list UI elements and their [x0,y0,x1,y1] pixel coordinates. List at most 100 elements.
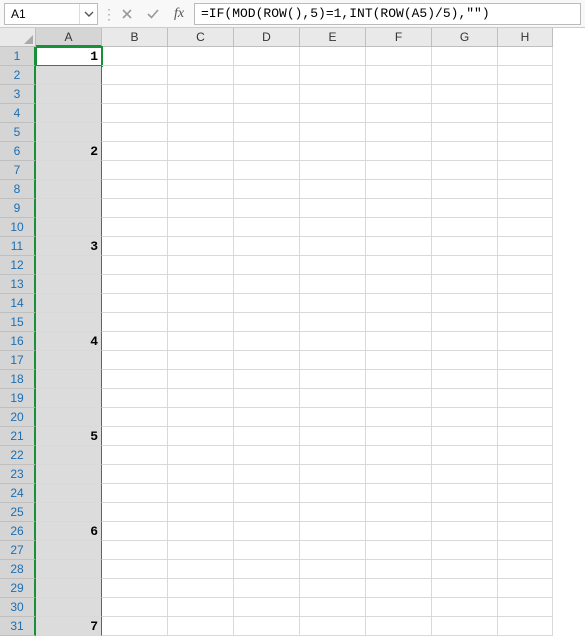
cell-E3[interactable] [300,85,366,104]
cell-D6[interactable] [234,142,300,161]
cell-A25[interactable] [36,503,102,522]
cell-B28[interactable] [102,560,168,579]
cell-G7[interactable] [432,161,498,180]
cell-C15[interactable] [168,313,234,332]
cell-G19[interactable] [432,389,498,408]
cell-F24[interactable] [366,484,432,503]
cell-E25[interactable] [300,503,366,522]
row-header-5[interactable]: 5 [0,123,36,142]
cell-C29[interactable] [168,579,234,598]
cell-D25[interactable] [234,503,300,522]
cell-E31[interactable] [300,617,366,636]
cell-B3[interactable] [102,85,168,104]
cell-F26[interactable] [366,522,432,541]
row-header-29[interactable]: 29 [0,579,36,598]
cell-F15[interactable] [366,313,432,332]
cell-B20[interactable] [102,408,168,427]
cell-D17[interactable] [234,351,300,370]
cell-B31[interactable] [102,617,168,636]
cell-D30[interactable] [234,598,300,617]
cell-G10[interactable] [432,218,498,237]
cell-B5[interactable] [102,123,168,142]
row-header-30[interactable]: 30 [0,598,36,617]
cell-A12[interactable] [36,256,102,275]
cell-B7[interactable] [102,161,168,180]
cell-A29[interactable] [36,579,102,598]
cell-E20[interactable] [300,408,366,427]
cell-G22[interactable] [432,446,498,465]
cell-B1[interactable] [102,47,168,66]
cell-D19[interactable] [234,389,300,408]
cell-E26[interactable] [300,522,366,541]
cell-G3[interactable] [432,85,498,104]
cell-E24[interactable] [300,484,366,503]
cell-C30[interactable] [168,598,234,617]
cell-C25[interactable] [168,503,234,522]
cell-B10[interactable] [102,218,168,237]
cell-A6[interactable]: 2 [36,142,102,161]
cell-E28[interactable] [300,560,366,579]
cell-D22[interactable] [234,446,300,465]
cell-H17[interactable] [498,351,553,370]
cell-E1[interactable] [300,47,366,66]
column-header-F[interactable]: F [366,28,432,47]
cell-B23[interactable] [102,465,168,484]
cell-A20[interactable] [36,408,102,427]
row-header-23[interactable]: 23 [0,465,36,484]
cell-D2[interactable] [234,66,300,85]
column-header-H[interactable]: H [498,28,553,47]
row-header-18[interactable]: 18 [0,370,36,389]
cell-H5[interactable] [498,123,553,142]
cell-F7[interactable] [366,161,432,180]
cell-C10[interactable] [168,218,234,237]
row-header-17[interactable]: 17 [0,351,36,370]
cell-G11[interactable] [432,237,498,256]
cell-G16[interactable] [432,332,498,351]
cell-A4[interactable] [36,104,102,123]
cell-B13[interactable] [102,275,168,294]
cell-G27[interactable] [432,541,498,560]
cell-B22[interactable] [102,446,168,465]
cell-F17[interactable] [366,351,432,370]
column-header-G[interactable]: G [432,28,498,47]
cell-E18[interactable] [300,370,366,389]
row-header-3[interactable]: 3 [0,85,36,104]
column-header-A[interactable]: A [36,28,102,47]
cell-E6[interactable] [300,142,366,161]
row-header-12[interactable]: 12 [0,256,36,275]
cell-A3[interactable] [36,85,102,104]
cell-A22[interactable] [36,446,102,465]
select-all-corner[interactable] [0,28,36,47]
row-header-16[interactable]: 16 [0,332,36,351]
cell-C3[interactable] [168,85,234,104]
cell-D24[interactable] [234,484,300,503]
cell-G21[interactable] [432,427,498,446]
name-box-dropdown[interactable] [79,4,97,24]
cell-H19[interactable] [498,389,553,408]
cell-E12[interactable] [300,256,366,275]
cell-C19[interactable] [168,389,234,408]
cell-E27[interactable] [300,541,366,560]
cell-H14[interactable] [498,294,553,313]
cell-B14[interactable] [102,294,168,313]
cell-D13[interactable] [234,275,300,294]
cell-G4[interactable] [432,104,498,123]
cell-D9[interactable] [234,199,300,218]
cell-D3[interactable] [234,85,300,104]
cell-F13[interactable] [366,275,432,294]
cell-D23[interactable] [234,465,300,484]
cell-A16[interactable]: 4 [36,332,102,351]
cell-H12[interactable] [498,256,553,275]
row-header-15[interactable]: 15 [0,313,36,332]
cell-G5[interactable] [432,123,498,142]
column-header-C[interactable]: C [168,28,234,47]
insert-function-button[interactable]: fx [168,6,190,22]
cell-G18[interactable] [432,370,498,389]
row-header-19[interactable]: 19 [0,389,36,408]
cell-H13[interactable] [498,275,553,294]
cell-B21[interactable] [102,427,168,446]
cell-C13[interactable] [168,275,234,294]
cell-F16[interactable] [366,332,432,351]
cancel-button[interactable] [116,3,138,25]
cell-G6[interactable] [432,142,498,161]
